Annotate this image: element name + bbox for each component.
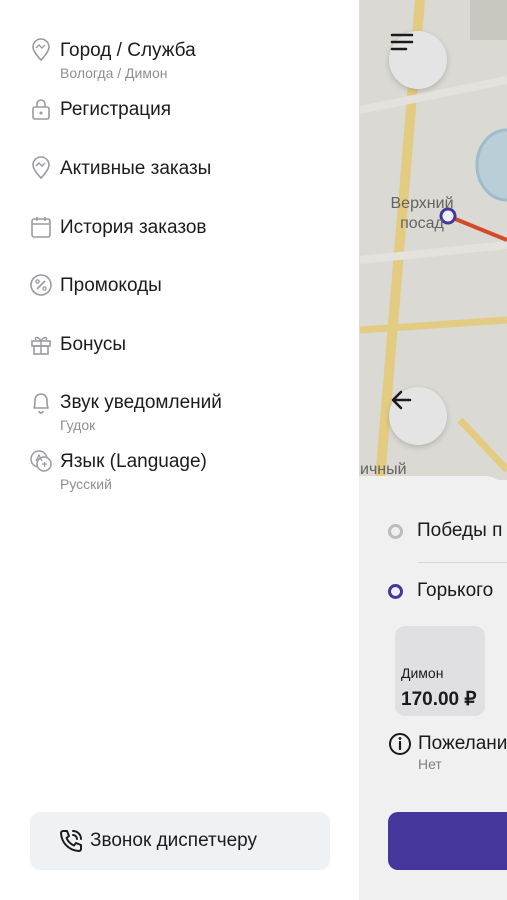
location-pin-icon	[28, 155, 54, 181]
location-pin-icon	[28, 37, 54, 63]
menu-item-order-history[interactable]: История заказов	[28, 214, 348, 268]
menu-item-sub: Гудок	[60, 417, 96, 433]
menu-item-registration[interactable]: Регистрация	[28, 96, 348, 150]
menu-item-label: Звук уведомлений	[60, 392, 222, 413]
gift-icon	[28, 331, 54, 357]
menu-item-sound[interactable]: Звук уведомлений Гудок	[28, 389, 348, 443]
menu-item-label: Промокоды	[60, 275, 162, 296]
menu-item-active-orders[interactable]: Активные заказы	[28, 155, 348, 209]
calendar-icon	[28, 214, 54, 240]
menu-item-promo[interactable]: Промокоды	[28, 272, 348, 326]
translate-icon	[28, 448, 54, 474]
menu-item-sub: Русский	[60, 476, 112, 492]
menu-item-label: История заказов	[60, 217, 207, 238]
menu-item-label: Город / Служба	[60, 40, 196, 61]
menu-item-label: Активные заказы	[60, 158, 212, 179]
percent-badge-icon	[28, 272, 54, 298]
menu-item-bonus[interactable]: Бонусы	[28, 331, 348, 385]
call-dispatcher-button[interactable]: Звонок диспетчеру	[30, 812, 330, 870]
menu-item-label: Бонусы	[60, 334, 126, 355]
menu-item-sub: Вологда / Димон	[60, 65, 168, 81]
lock-icon	[28, 96, 54, 122]
phone-call-icon	[56, 826, 86, 856]
menu-item-label: Регистрация	[60, 99, 172, 120]
bell-icon	[28, 389, 54, 415]
menu-item-language[interactable]: Язык (Language) Русский	[28, 448, 348, 502]
menu-item-label: Язык (Language)	[60, 451, 207, 472]
navigation-drawer: Город / Служба Вологда / Димон Регистрац…	[0, 0, 359, 900]
menu-item-city[interactable]: Город / Служба Вологда / Димон	[28, 37, 348, 91]
call-dispatcher-label: Звонок диспетчеру	[90, 830, 258, 851]
